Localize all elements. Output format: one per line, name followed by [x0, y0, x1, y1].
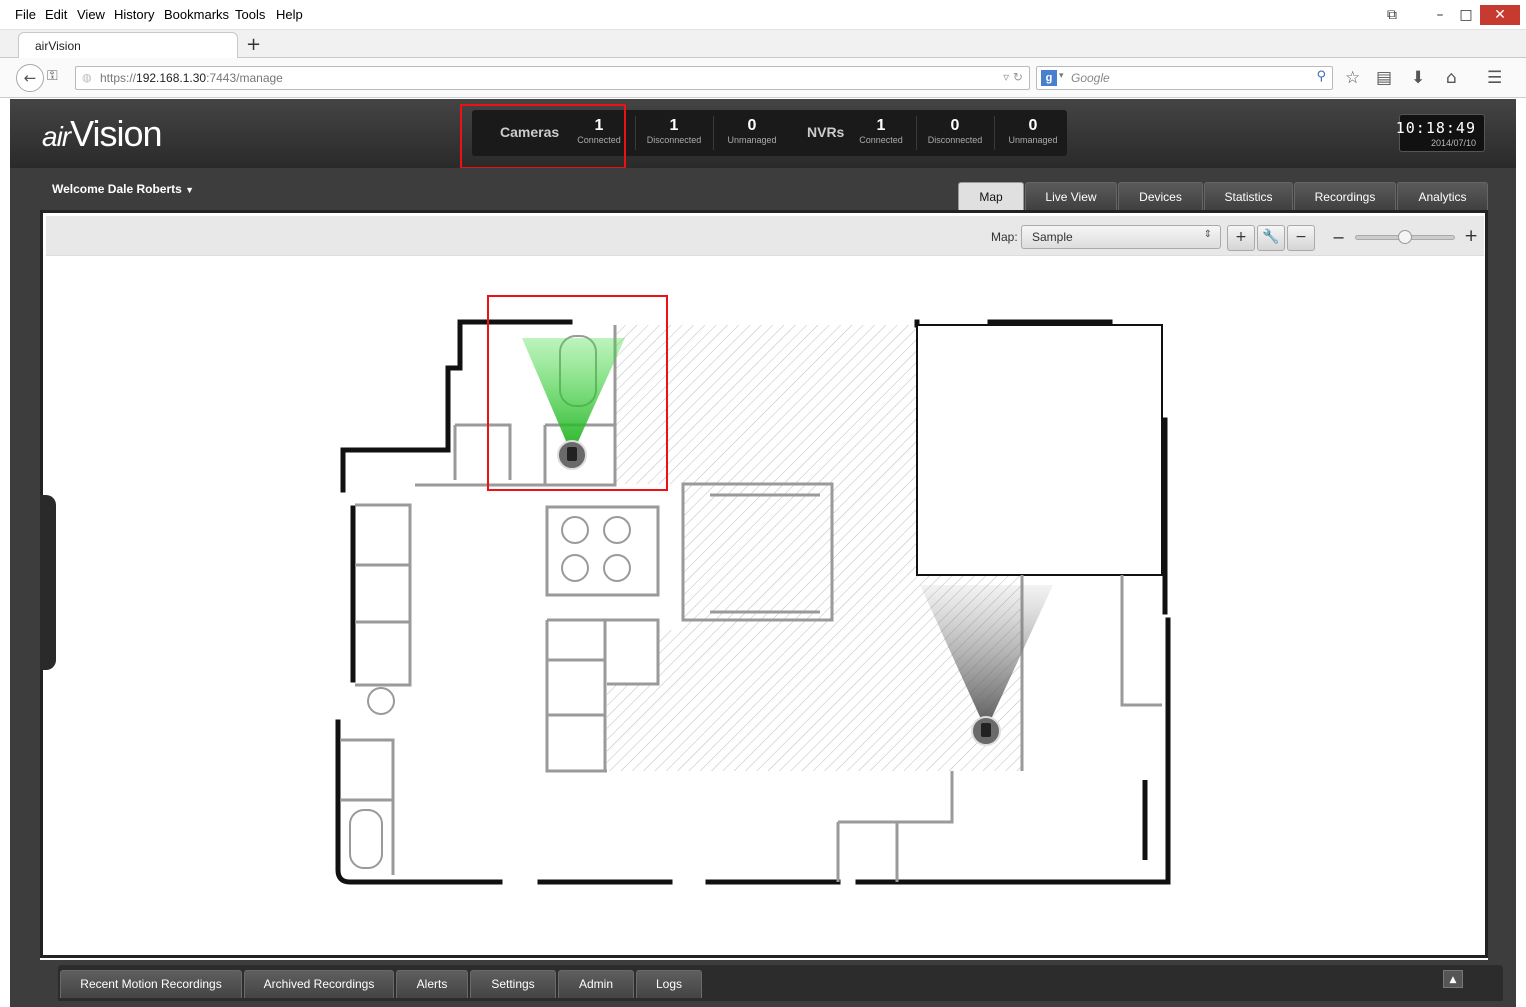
tab-settings[interactable]: Settings	[470, 970, 556, 998]
map-toolbar: Map: Sample ⇕ + 🔧 − − +	[46, 216, 1484, 256]
nvrs-connected[interactable]: 1 Connected	[842, 117, 920, 145]
url-bar[interactable]: ◍ https://192.168.1.30:7443/manage ▿ ↻	[75, 66, 1030, 90]
search-bar[interactable]: g ▾ Google ⚲	[1036, 66, 1333, 90]
tab-logs[interactable]: Logs	[636, 970, 702, 998]
search-icon[interactable]: ⚲	[1316, 69, 1326, 84]
browser-tabstrip: airVision +	[0, 30, 1526, 59]
reload-icon[interactable]: ▿ ↻	[1003, 70, 1023, 84]
tab-map[interactable]: Map	[958, 182, 1024, 211]
clock: 10:18:49 2014/07/10	[1395, 114, 1485, 152]
close-button[interactable]: ✕	[1480, 5, 1520, 25]
map-select-label: Map:	[991, 230, 1018, 244]
chevron-down-icon: ▼	[185, 185, 195, 195]
back-button[interactable]: ←	[16, 64, 44, 92]
menu-edit[interactable]: Edit	[45, 7, 67, 22]
tab-analytics[interactable]: Analytics	[1397, 182, 1488, 211]
restore-tabs-icon[interactable]: ⧉	[1378, 5, 1406, 25]
nvrs-unmanaged[interactable]: 0 Unmanaged	[994, 117, 1072, 145]
minimize-button[interactable]: –	[1426, 5, 1454, 25]
map-select[interactable]: Sample ⇕	[1021, 225, 1221, 249]
menu-bookmarks[interactable]: Bookmarks	[164, 7, 229, 22]
maximize-button[interactable]: □	[1452, 5, 1480, 25]
download-icon[interactable]: ⬇	[1411, 68, 1425, 88]
chevron-up-icon: ▲	[1449, 975, 1457, 985]
tab-alerts[interactable]: Alerts	[396, 970, 468, 998]
tab-recordings[interactable]: Recordings	[1294, 182, 1396, 211]
search-placeholder: Google	[1071, 71, 1110, 85]
cameras-disconnected[interactable]: 1 Disconnected	[635, 117, 713, 145]
nvrs-disconnected[interactable]: 0 Disconnected	[916, 117, 994, 145]
highlight-box-cameras	[460, 104, 626, 169]
menu-view[interactable]: View	[77, 7, 105, 22]
new-tab-button[interactable]: +	[246, 34, 261, 55]
nvrs-label: NVRs	[807, 124, 845, 140]
wrench-icon: 🔧	[1262, 229, 1280, 245]
home-icon[interactable]: ⌂	[1446, 68, 1457, 88]
map-panel: Map: Sample ⇕ + 🔧 − − +	[40, 210, 1488, 958]
select-arrows-icon: ⇕	[1203, 229, 1212, 240]
menu-file[interactable]: File	[15, 7, 36, 22]
right-rail	[1488, 210, 1516, 960]
side-panel-handle[interactable]	[40, 495, 56, 670]
bookmarks-list-icon[interactable]: ▤	[1376, 68, 1392, 88]
add-map-button[interactable]: +	[1227, 225, 1255, 251]
browser-navbar: ← ⚿ ◍ https://192.168.1.30:7443/manage ▿…	[0, 58, 1526, 98]
bookmark-star-icon[interactable]: ☆	[1345, 68, 1360, 88]
collapse-bottom-panel-button[interactable]: ▲	[1443, 970, 1463, 988]
tab-live-view[interactable]: Live View	[1025, 182, 1117, 211]
cameras-unmanaged[interactable]: 0 Unmanaged	[713, 117, 791, 145]
tab-admin[interactable]: Admin	[558, 970, 634, 998]
remove-map-button[interactable]: −	[1287, 225, 1315, 251]
menu-history[interactable]: History	[114, 7, 154, 22]
browser-menubar: File Edit View History Bookmarks Tools H…	[0, 0, 1526, 30]
zoom-in-button[interactable]: +	[1464, 226, 1478, 246]
clock-time: 10:18:49	[1395, 119, 1476, 137]
edit-map-button[interactable]: 🔧	[1257, 225, 1285, 251]
menu-tools[interactable]: Tools	[235, 7, 265, 22]
tab-devices[interactable]: Devices	[1118, 182, 1203, 211]
zoom-slider-handle[interactable]	[1398, 230, 1412, 244]
search-engine-dropdown-icon[interactable]: ▾	[1059, 71, 1064, 81]
browser-tab-title: airVision	[35, 39, 81, 53]
map-select-value: Sample	[1032, 230, 1073, 244]
menu-hamburger-icon[interactable]: ☰	[1487, 68, 1502, 88]
globe-icon: ◍	[82, 71, 92, 84]
google-icon[interactable]: g	[1041, 70, 1057, 86]
tab-recent-motion-recordings[interactable]: Recent Motion Recordings	[60, 970, 242, 998]
tab-statistics[interactable]: Statistics	[1204, 182, 1293, 211]
zoom-out-button[interactable]: −	[1332, 228, 1345, 247]
key-icon[interactable]: ⚿	[47, 68, 58, 84]
clock-date: 2014/07/10	[1430, 138, 1476, 148]
app-header: airVision Cameras 1 Connected 1 Disconnect…	[10, 99, 1516, 168]
left-rail	[10, 210, 40, 960]
airvision-logo: airVision	[42, 113, 163, 154]
window-controls: ⧉ – □ ✕	[1366, 0, 1526, 30]
tab-archived-recordings[interactable]: Archived Recordings	[244, 970, 394, 998]
url-text: https://192.168.1.30:7443/manage	[100, 71, 283, 85]
highlight-box-camera	[487, 295, 668, 491]
menu-help[interactable]: Help	[276, 7, 303, 22]
user-menu[interactable]: Welcome Dale Roberts ▼	[52, 182, 194, 196]
browser-tab[interactable]: airVision	[18, 32, 238, 59]
